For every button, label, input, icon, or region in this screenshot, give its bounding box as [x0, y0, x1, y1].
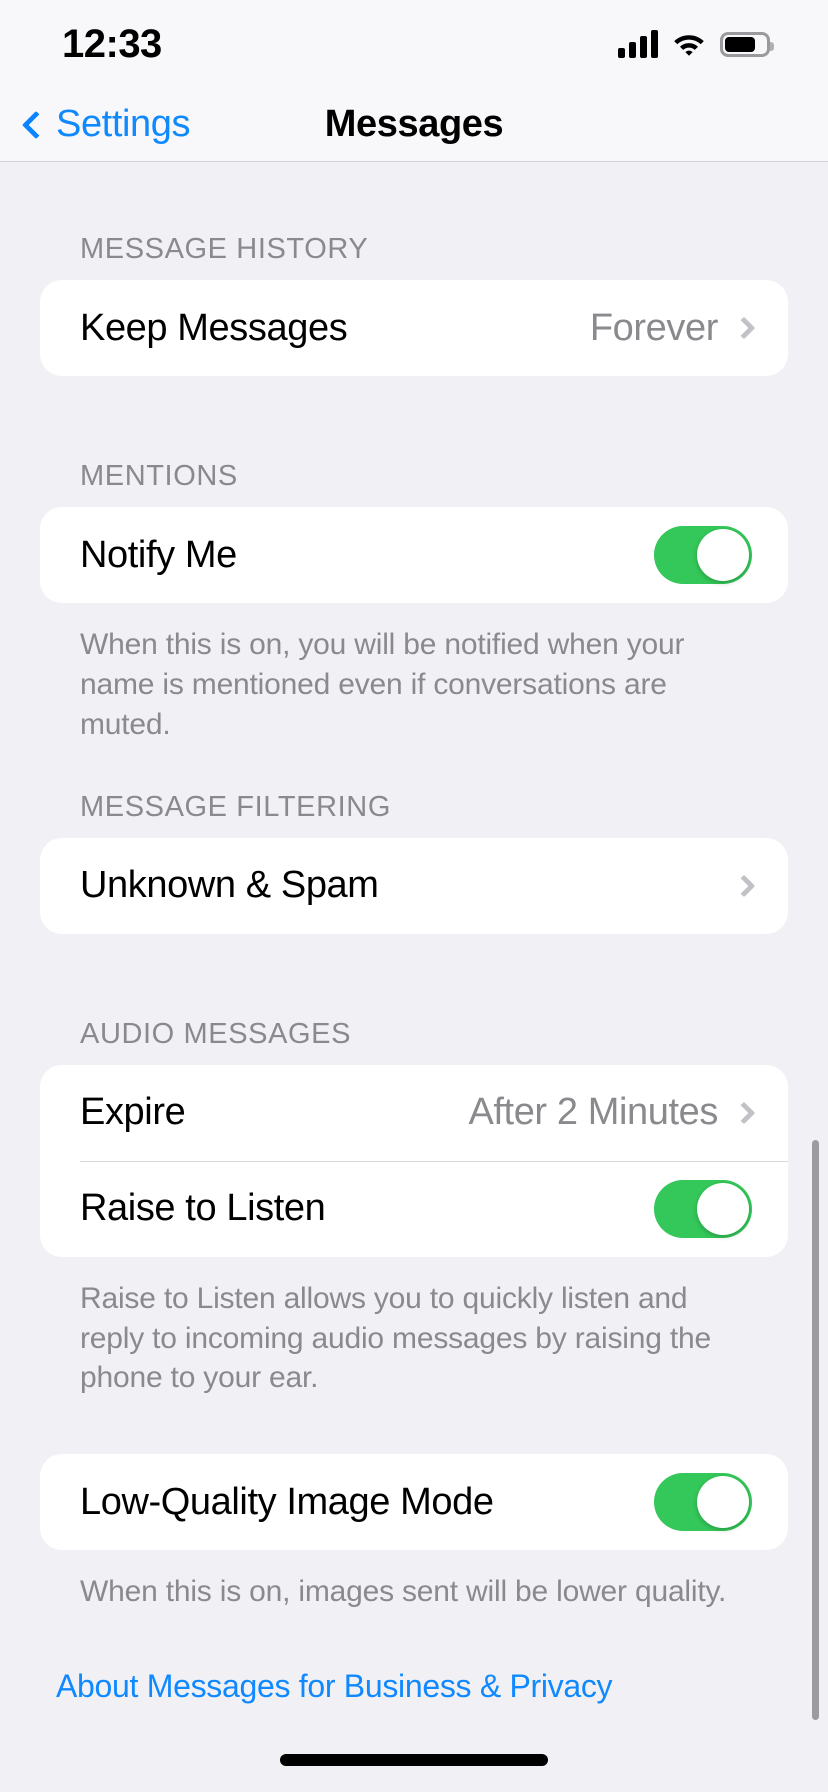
section-footer-low-quality-image-mode: When this is on, images sent will be low… — [80, 1575, 727, 1609]
row-notify-me[interactable]: Notify Me — [40, 507, 788, 603]
wifi-icon — [672, 31, 706, 57]
row-label: Unknown & Spam — [80, 864, 379, 907]
section-header-audio-messages: AUDIO MESSAGES — [80, 1017, 352, 1050]
row-label: Raise to Listen — [80, 1187, 326, 1230]
page-title: Messages — [324, 103, 504, 145]
chevron-right-icon — [732, 1101, 756, 1124]
section-footer-mentions: When this is on, you will be notified wh… — [80, 628, 685, 741]
home-indicator[interactable] — [280, 1754, 548, 1766]
row-raise-to-listen[interactable]: Raise to Listen — [40, 1160, 788, 1257]
status-bar-indicators — [618, 30, 774, 58]
toggle-notify-me[interactable] — [654, 526, 752, 584]
status-bar: 12:33 — [0, 0, 828, 88]
section-card-mentions: Notify Me — [40, 507, 788, 603]
chevron-right-icon — [732, 874, 756, 897]
toggle-knob — [697, 1182, 749, 1235]
chevron-right-icon — [732, 316, 756, 340]
row-keep-messages[interactable]: Keep Messages Forever — [40, 280, 788, 376]
row-unknown-and-spam[interactable]: Unknown & Spam — [40, 838, 788, 934]
section-card-low-quality-image-mode: Low-Quality Image Mode — [40, 1454, 788, 1551]
section-card-message-history: Keep Messages Forever — [40, 280, 788, 376]
toggle-low-quality-image-mode[interactable] — [654, 1473, 752, 1532]
row-value: Forever — [589, 306, 719, 349]
row-low-quality-image-mode[interactable]: Low-Quality Image Mode — [40, 1454, 788, 1550]
row-value: After 2 Minutes — [468, 1091, 718, 1134]
toggle-raise-to-listen[interactable] — [654, 1179, 752, 1238]
row-label: Notify Me — [80, 533, 237, 576]
row-expire[interactable]: Expire After 2 Minutes — [40, 1065, 788, 1161]
settings-list: MESSAGE HISTORY Keep Messages Forever ME… — [0, 163, 828, 1792]
cellular-bars-icon — [618, 30, 658, 58]
row-label: Keep Messages — [80, 306, 348, 349]
vertical-scrollbar[interactable] — [812, 1140, 819, 1720]
phone-screen: 12:33 Settings Messages MESSAGE HISTORY … — [0, 0, 828, 1792]
section-card-audio-messages: Expire After 2 Minutes Raise to Listen — [40, 1064, 788, 1257]
section-header-mentions: MENTIONS — [80, 460, 238, 492]
section-card-message-filtering: Unknown & Spam — [40, 837, 788, 934]
row-label: Low-Quality Image Mode — [80, 1480, 494, 1523]
about-messages-for-business-link[interactable]: About Messages for Business & Privacy — [0, 1668, 828, 1705]
section-header-message-history: MESSAGE HISTORY — [80, 233, 369, 265]
navigation-bar: Settings Messages — [0, 88, 828, 162]
toggle-knob — [697, 1476, 749, 1529]
toggle-knob — [697, 529, 749, 581]
status-bar-time: 12:33 — [62, 21, 162, 66]
section-header-message-filtering: MESSAGE FILTERING — [80, 790, 391, 823]
battery-icon — [720, 31, 774, 57]
section-footer-audio-messages: Raise to Listen allows you to quickly li… — [80, 1281, 711, 1395]
row-label: Expire — [80, 1091, 186, 1134]
